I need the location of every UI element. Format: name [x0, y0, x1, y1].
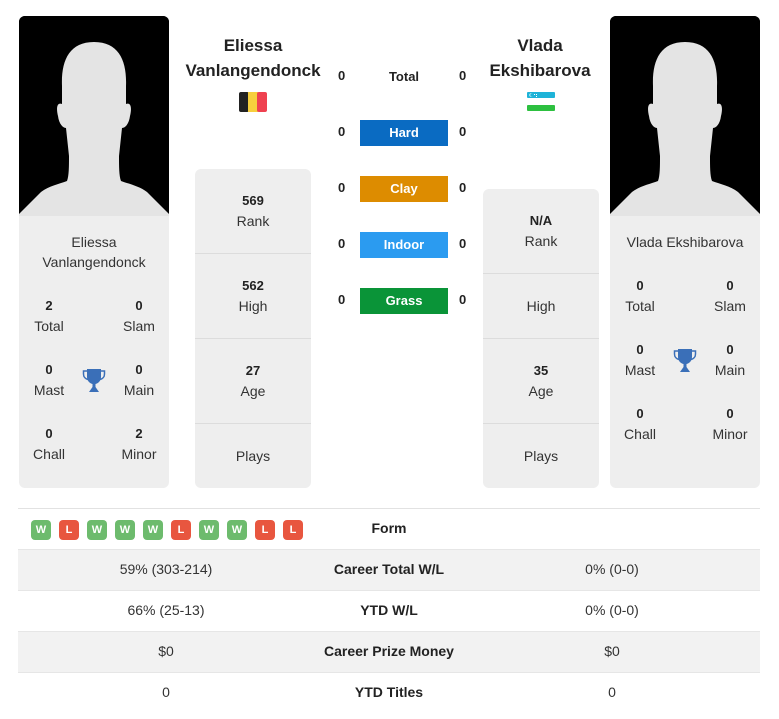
table-row: 59% (303-214) Career Total W/L 0% (0-0)	[18, 550, 760, 591]
player1-value: 0	[162, 684, 170, 700]
player1-photo[interactable]	[19, 16, 169, 216]
player1-form: WLWWWLWWLL	[31, 520, 303, 540]
player1-titles-slam: 0 Slam	[123, 298, 155, 334]
row-label: Career Prize Money	[324, 643, 454, 659]
h2h-indoor-row: 0 Indoor 0	[330, 232, 475, 258]
player2-titles-minor: 0 Minor	[712, 406, 748, 442]
player1-titles-mast: 0 Mast	[33, 362, 65, 398]
player1-age: 27 Age	[195, 339, 311, 424]
form-row: WLWWWLWWLL Form	[18, 509, 760, 550]
player2-value: $0	[604, 643, 620, 659]
player2-photo[interactable]	[610, 16, 760, 216]
player2-high: High	[483, 274, 599, 339]
player2-rank: N/A Rank	[483, 189, 599, 274]
trophy-icon	[82, 369, 106, 392]
player2-titles-total: 0 Total	[625, 278, 655, 314]
form-win-badge[interactable]: W	[227, 520, 247, 540]
player2-card: Vlada Ekshibarova 0 Total 0 Slam 0 Mast 0 Ma…	[610, 16, 760, 488]
player2-plays: Plays	[523, 448, 559, 464]
form-label: Form	[371, 520, 407, 536]
trophy-icon	[673, 349, 697, 372]
h2h-hard-row: 0 Hard 0	[330, 120, 475, 146]
player1-value: $0	[158, 643, 174, 659]
player1-card: Eliessa Vanlangendonck 2 Total 0 Slam 0 Mas…	[19, 16, 169, 488]
surface-hard-button[interactable]: Hard	[360, 120, 448, 146]
form-win-badge[interactable]: W	[115, 520, 135, 540]
uzbekistan-flag-icon	[527, 92, 555, 111]
h2h-total-label: Total	[388, 69, 420, 84]
h2h-grass-row: 0 Grass 0	[330, 288, 475, 314]
form-win-badge[interactable]: W	[31, 520, 51, 540]
table-row: $0 Career Prize Money $0	[18, 632, 760, 673]
belgium-flag-icon	[239, 92, 267, 112]
form-loss-badge[interactable]: L	[255, 520, 275, 540]
table-row: 66% (25-13) YTD W/L 0% (0-0)	[18, 591, 760, 632]
player1-value: 66% (25-13)	[127, 602, 205, 618]
table-row: 0 YTD Titles 0	[18, 673, 760, 714]
player2-value: 0	[608, 684, 616, 700]
form-loss-badge[interactable]: L	[59, 520, 79, 540]
form-win-badge[interactable]: W	[199, 520, 219, 540]
h2h-clay-row: 0 Clay 0	[330, 176, 475, 202]
player2-titles-mast: 0 Mast	[624, 342, 656, 378]
surface-clay-button[interactable]: Clay	[360, 176, 448, 202]
player2-value: 0% (0-0)	[585, 561, 639, 577]
row-label: YTD W/L	[360, 602, 418, 618]
form-win-badge[interactable]: W	[87, 520, 107, 540]
player-silhouette-icon	[610, 16, 760, 216]
player1-high: 562 High	[195, 254, 311, 339]
player1-plays: Plays	[235, 448, 271, 464]
player1-titles-total: 2 Total	[34, 298, 64, 334]
player1-rank: 569 Rank	[195, 169, 311, 254]
player1-card-name[interactable]: Eliessa Vanlangendonck	[19, 232, 169, 272]
player2-value: 0% (0-0)	[585, 602, 639, 618]
h2h-total-row: 0 Total 0	[330, 64, 475, 90]
player2-card-name[interactable]: Vlada Ekshibarova	[610, 232, 760, 252]
player1-value: 59% (303-214)	[119, 561, 213, 577]
comparison-table: WLWWWLWWLL Form 59% (303-214) Career Tot…	[18, 508, 760, 714]
player1-titles-minor: 2 Minor	[121, 426, 157, 462]
player2-name-heading[interactable]: Vlada Ekshibarova	[465, 33, 615, 83]
player1-info: 569 Rank 562 High 27 Age Plays	[195, 169, 311, 488]
player1-titles-chall: 0 Chall	[33, 426, 65, 462]
player2-info: N/A Rank High 35 Age Plays	[483, 189, 599, 488]
player-silhouette-icon	[19, 16, 169, 216]
form-loss-badge[interactable]: L	[171, 520, 191, 540]
player2-age: 35 Age	[483, 339, 599, 424]
surface-grass-button[interactable]: Grass	[360, 288, 448, 314]
player2-titles-slam: 0 Slam	[714, 278, 746, 314]
player1-titles-main: 0 Main	[123, 362, 155, 398]
form-win-badge[interactable]: W	[143, 520, 163, 540]
surface-indoor-button[interactable]: Indoor	[360, 232, 448, 258]
player2-titles-main: 0 Main	[714, 342, 746, 378]
row-label: YTD Titles	[354, 684, 424, 700]
player1-name-heading[interactable]: Eliessa Vanlangendonck	[178, 33, 328, 83]
player2-titles-chall: 0 Chall	[624, 406, 656, 442]
row-label: Career Total W/L	[333, 561, 445, 577]
